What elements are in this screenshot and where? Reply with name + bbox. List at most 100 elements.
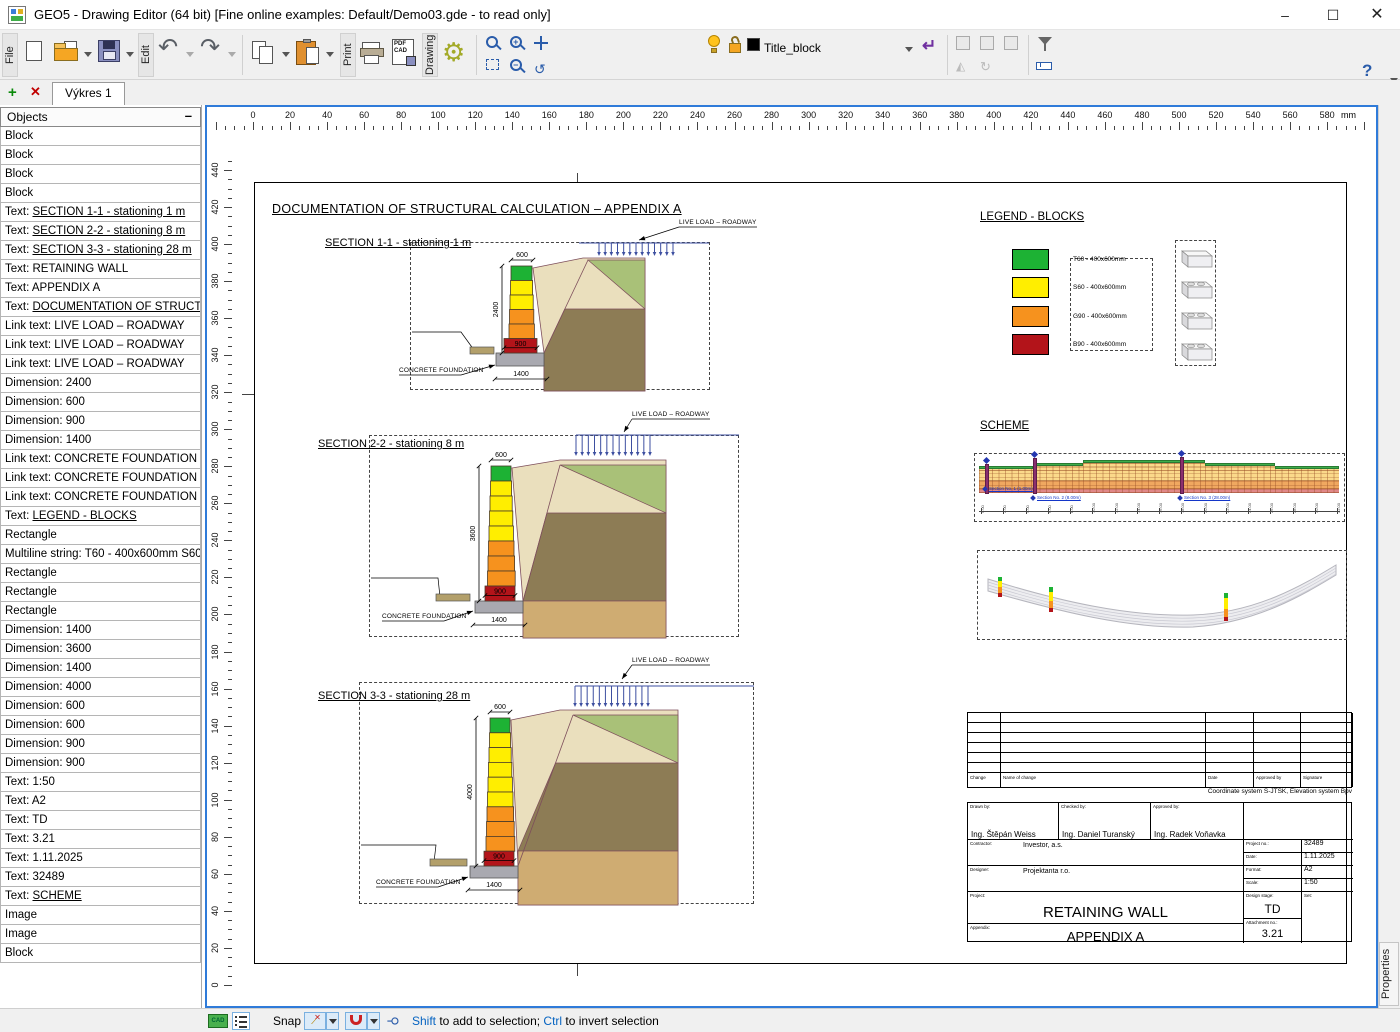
close-sheet-button[interactable]: ✕ <box>30 84 41 100</box>
wall-block-orange[interactable] <box>509 309 535 325</box>
objects-list-item[interactable]: Text: 1.11.2025 <box>0 849 201 868</box>
objects-list-item[interactable]: Text: A2 <box>0 792 201 811</box>
objects-list-item[interactable]: Text: RETAINING WALL <box>0 260 201 279</box>
print-menu[interactable]: Print <box>340 33 356 77</box>
copy-button[interactable] <box>252 41 274 65</box>
sheet-tab-vykres1[interactable]: Výkres 1 <box>52 82 125 105</box>
objects-list-item[interactable]: Text: 1:50 <box>0 773 201 792</box>
objects-list-item[interactable]: Dimension: 4000 <box>0 678 201 697</box>
snap-magnet-dropdown[interactable] <box>367 1012 380 1030</box>
objects-list-item[interactable]: Block <box>0 165 201 184</box>
dim-wall-height[interactable]: 3600 <box>470 526 477 542</box>
objects-list-item[interactable]: Text: 3.21 <box>0 830 201 849</box>
legend-label-box[interactable] <box>1070 258 1153 351</box>
zoom-extents-button[interactable] <box>486 59 499 70</box>
maximize-button[interactable]: ☐ <box>1316 4 1350 26</box>
copy-dropdown[interactable] <box>282 52 290 57</box>
concrete-foundation-label[interactable]: CONCRETE FOUNDATION <box>376 879 461 886</box>
legend-swatch-orange[interactable] <box>1012 306 1049 327</box>
new-drawing-button[interactable] <box>26 41 42 61</box>
concrete-foundation[interactable] <box>469 865 519 879</box>
dim-wall-height[interactable]: 4000 <box>467 784 474 800</box>
concrete-foundation[interactable] <box>474 600 524 614</box>
live-load-label[interactable]: LIVE LOAD – ROADWAY <box>632 411 710 418</box>
edit-menu[interactable]: Edit <box>138 33 154 77</box>
layer-visibility-button[interactable] <box>707 35 721 53</box>
objects-list-item[interactable]: Dimension: 600 <box>0 393 201 412</box>
wall-block-yellow[interactable] <box>489 510 514 527</box>
zoom-in-button[interactable]: + <box>510 36 522 48</box>
wall-block-yellow[interactable] <box>509 294 534 310</box>
save-dropdown[interactable] <box>126 52 134 57</box>
add-sheet-button[interactable]: + <box>8 84 17 101</box>
wall-block-yellow[interactable] <box>487 776 513 793</box>
objects-list-item[interactable]: Text: APPENDIX A <box>0 279 201 298</box>
drawing-canvas[interactable]: 0 20 40 60 80 100 120 140 160 180 200 220 240 260 280 3… <box>205 105 1378 1008</box>
dim-wall-height[interactable]: 2400 <box>493 302 500 318</box>
wall-block-yellow[interactable] <box>489 495 513 512</box>
wall-3d-view[interactable] <box>977 550 1347 640</box>
ground-level-bar[interactable] <box>435 593 471 602</box>
legend-entry-label[interactable]: S60 - 400x600mm <box>1073 284 1126 291</box>
wall-block-orange[interactable] <box>488 540 515 557</box>
objects-list-item[interactable]: Dimension: 1400 <box>0 431 201 450</box>
print-button[interactable] <box>360 42 384 64</box>
scheme-elevation[interactable]: Section No. 1 (1.00m) Section No. 2 (8.00… <box>974 449 1345 522</box>
wall-block-orange[interactable] <box>487 570 516 587</box>
objects-list-item[interactable]: Text: SECTION 2-2 - stationing 8 m <box>0 222 201 241</box>
legend-3d-block[interactable] <box>1178 308 1214 332</box>
rotate-button[interactable]: ↻ <box>980 59 991 75</box>
scheme-marker-label[interactable]: Section No. 1 (1.00m) <box>989 486 1033 491</box>
legend-swatch-green[interactable] <box>1012 249 1049 270</box>
legend-title[interactable]: LEGEND - BLOCKS <box>980 211 1084 223</box>
objects-list-item[interactable]: Block <box>0 146 201 165</box>
wall-block-orange[interactable] <box>486 821 515 837</box>
wall-block-orange[interactable] <box>486 806 515 823</box>
section-2-drawing[interactable]: 600 3600 900 1400 SECTION 2-2 - stationing 8… <box>318 411 739 639</box>
objects-list-item[interactable]: Link text: CONCRETE FOUNDATION <box>0 469 201 488</box>
dim-base-width[interactable]: 900 <box>515 341 527 348</box>
export-pdf-cad-button[interactable]: PDF CAD <box>392 39 416 66</box>
wall-block-yellow[interactable] <box>488 762 513 778</box>
objects-list-item[interactable]: Dimension: 3600 <box>0 640 201 659</box>
measure-button[interactable] <box>1036 62 1052 70</box>
dim-foundation-width[interactable]: 1400 <box>491 617 507 624</box>
objects-list-item[interactable]: Rectangle <box>0 526 201 545</box>
ground-level-bar[interactable] <box>469 346 495 355</box>
legend-swatch-red[interactable] <box>1012 334 1049 355</box>
file-menu[interactable]: File <box>2 33 18 77</box>
move-to-layer-button[interactable]: ↵ <box>922 36 936 56</box>
section-label[interactable]: SECTION 1-1 - stationing 1 m <box>325 237 471 249</box>
terrain-base-layer[interactable] <box>522 600 667 639</box>
scheme-marker-label[interactable]: Section No. 2 (8.00m) <box>1037 495 1081 500</box>
objects-list-item[interactable]: Text: LEGEND - BLOCKS <box>0 507 201 526</box>
drawing-menu[interactable]: Drawing <box>422 33 438 77</box>
object-list-icon[interactable] <box>232 1012 250 1030</box>
redo-dropdown[interactable] <box>228 52 236 57</box>
concrete-foundation-label[interactable]: CONCRETE FOUNDATION <box>399 367 484 374</box>
wall-block-orange[interactable] <box>487 555 516 572</box>
objects-list-item[interactable]: Link text: CONCRETE FOUNDATION <box>0 488 201 507</box>
scheme-section-marker[interactable] <box>1180 457 1184 494</box>
open-button[interactable] <box>54 41 78 61</box>
objects-list-item[interactable]: Rectangle <box>0 564 201 583</box>
objects-list-item[interactable]: Link text: CONCRETE FOUNDATION <box>0 450 201 469</box>
minimize-button[interactable]: – <box>1268 4 1302 26</box>
copy-format-button[interactable] <box>956 36 970 50</box>
objects-list-item[interactable]: Image <box>0 925 201 944</box>
live-load-label[interactable]: LIVE LOAD – ROADWAY <box>632 657 710 664</box>
legend-entry-label[interactable]: B90 - 400x600mm <box>1073 341 1126 348</box>
dim-top-width[interactable]: 600 <box>494 704 506 711</box>
mirror-button[interactable]: ◭ <box>956 59 965 73</box>
legend-3d-block[interactable] <box>1178 339 1214 363</box>
layer-dropdown[interactable] <box>905 47 913 52</box>
snap-angle-button[interactable]: ⟋ <box>304 1012 326 1030</box>
zoom-select-button[interactable] <box>486 36 498 48</box>
collapse-panel-button[interactable]: – <box>185 108 192 123</box>
objects-list-item[interactable]: Link text: LIVE LOAD – ROADWAY <box>0 336 201 355</box>
layer-lock-button[interactable] <box>728 34 742 53</box>
dim-top-width[interactable]: 600 <box>516 252 528 259</box>
wrench-icon[interactable]: ⚲ <box>385 1016 401 1026</box>
snap-magnet-button[interactable] <box>345 1012 367 1030</box>
open-dropdown[interactable] <box>84 52 92 57</box>
